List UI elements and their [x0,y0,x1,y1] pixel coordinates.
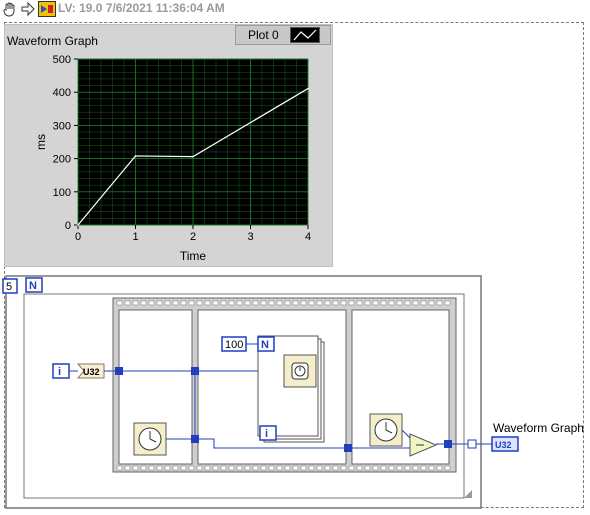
film-strip-hole [220,300,227,306]
film-strip-hole [180,300,187,306]
film-strip-hole [340,465,347,471]
film-strip-hole [172,300,179,306]
film-strip-hole [284,465,291,471]
film-strip-hole [308,300,315,306]
film-strip-hole [252,465,259,471]
indicator-label: Waveform Graph [493,421,584,435]
film-strip-hole [428,465,435,471]
film-strip-hole [420,465,427,471]
film-strip-hole [364,465,371,471]
film-strip-hole [332,465,339,471]
film-strip-hole [388,300,395,306]
film-strip-hole [244,465,251,471]
film-strip-hole [276,465,283,471]
film-strip-hole [196,300,203,306]
inner-loop-n-label: N [261,339,269,351]
film-strip-hole [364,300,371,306]
film-strip-hole [188,465,195,471]
film-strip-hole [188,300,195,306]
film-strip-hole [324,465,331,471]
film-strip-hole [172,465,179,471]
film-strip-hole [348,465,355,471]
indicator-type-label: U32 [495,440,512,450]
film-strip-hole [244,300,251,306]
film-strip-hole [156,465,163,471]
convert-node-label: U32 [83,367,100,377]
film-strip-hole [356,300,363,306]
film-strip-hole [268,300,275,306]
film-strip-hole [316,300,323,306]
film-strip-hole [220,465,227,471]
film-strip-hole [420,300,427,306]
film-strip-hole [196,465,203,471]
film-strip-hole [404,300,411,306]
loop-count-n-label: N [29,280,37,292]
film-strip-hole [236,300,243,306]
film-strip-hole [372,300,379,306]
film-strip-hole [260,465,267,471]
film-strip-hole [332,300,339,306]
film-strip-hole [260,300,267,306]
film-strip-hole [268,465,275,471]
film-strip-hole [180,465,187,471]
film-strip-hole [444,300,451,306]
film-strip-hole [116,300,123,306]
film-strip-hole [148,465,155,471]
film-strip-hole [212,300,219,306]
film-strip-hole [116,465,123,471]
film-strip-hole [276,300,283,306]
film-strip-hole [140,465,147,471]
loop-count-value: 5 [6,281,12,293]
film-strip-hole [212,465,219,471]
film-strip-hole [412,300,419,306]
film-strip-hole [348,300,355,306]
inner-iteration-label: i [265,428,268,440]
film-strip-hole [388,465,395,471]
film-strip-hole [164,300,171,306]
film-strip-hole [124,300,131,306]
film-strip-hole [300,465,307,471]
film-strip-hole [404,465,411,471]
film-strip-hole [308,465,315,471]
film-strip-hole [428,300,435,306]
iteration-terminal-label: i [58,366,61,378]
film-strip-hole [436,300,443,306]
film-strip-hole [228,465,235,471]
film-strip-hole [204,465,211,471]
film-strip-hole [204,300,211,306]
film-strip-hole [292,465,299,471]
film-strip-hole [284,300,291,306]
film-strip-hole [156,300,163,306]
inner-loop-count-value: 100 [225,339,243,351]
film-strip-hole [436,465,443,471]
film-strip-hole [228,300,235,306]
film-strip-hole [324,300,331,306]
tick-count-node-2[interactable] [369,413,403,447]
film-strip-hole [356,465,363,471]
film-strip-hole [316,465,323,471]
film-strip-hole [132,300,139,306]
wait-ms-node[interactable] [283,354,317,388]
film-strip-hole [396,465,403,471]
film-strip-hole [300,300,307,306]
film-strip-hole [236,465,243,471]
film-strip-hole [372,465,379,471]
film-strip-hole [140,300,147,306]
film-strip-hole [380,465,387,471]
film-strip-hole [380,300,387,306]
film-strip-hole [292,300,299,306]
film-strip-hole [132,465,139,471]
film-strip-hole [164,465,171,471]
block-diagram: 5 N i U32 100 N i U32 [2,275,519,509]
film-strip-hole [412,465,419,471]
film-strip-hole [148,300,155,306]
auto-index-tunnel[interactable] [467,439,477,449]
film-strip-hole [444,465,451,471]
tick-count-node-1[interactable] [133,422,167,456]
film-strip-hole [396,300,403,306]
film-strip-hole [340,300,347,306]
film-strip-hole [124,465,131,471]
film-strip-hole [252,300,259,306]
